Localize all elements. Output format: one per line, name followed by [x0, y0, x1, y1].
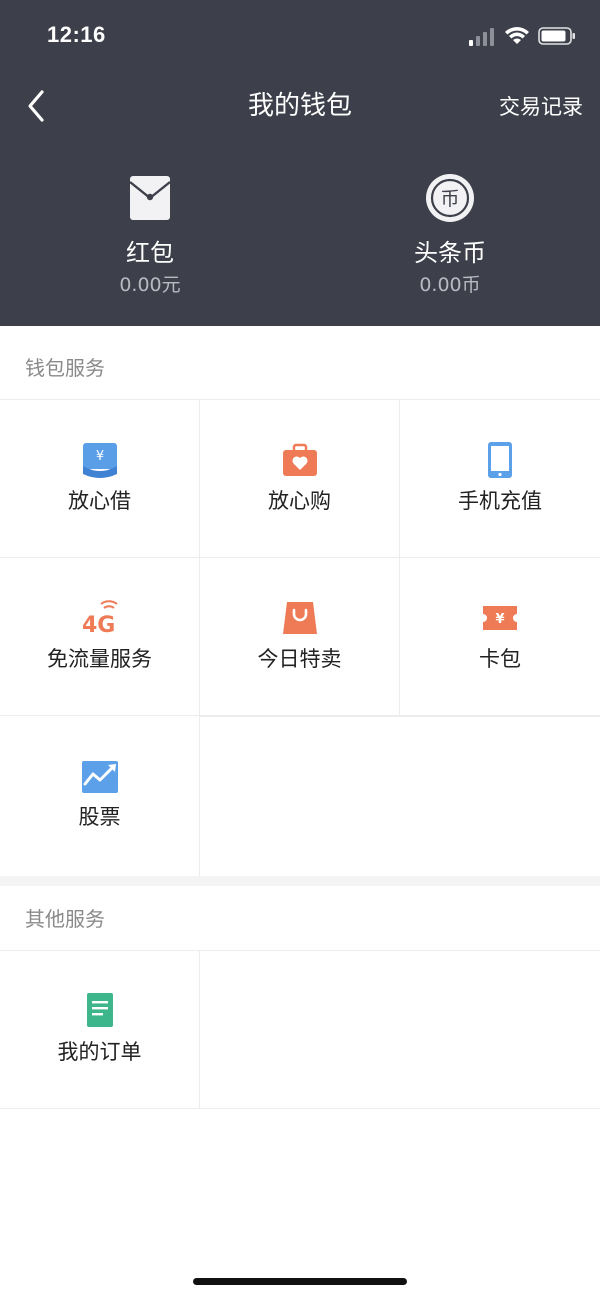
- red-envelope-amount: 0.00元: [119, 274, 181, 296]
- section-separator: [0, 876, 600, 886]
- toutiao-coin-amount: 0.00币: [419, 274, 481, 296]
- red-envelope-label: 红包: [126, 239, 174, 267]
- coin-icon: 币: [426, 174, 474, 222]
- grid-divider: [200, 716, 600, 717]
- other-services-header: 其他服务: [0, 886, 600, 951]
- svg-text:¥: ¥: [495, 612, 504, 627]
- red-envelope-balance[interactable]: 红包 0.00元: [50, 172, 250, 298]
- svg-text:¥: ¥: [96, 449, 104, 464]
- toutiao-coin-label: 头条币: [414, 239, 486, 267]
- 4g-icon: 4G: [82, 600, 118, 638]
- sale-bag-icon: [283, 602, 317, 634]
- wallet-services-header: 钱包服务: [0, 326, 600, 400]
- grid-divider: [200, 1108, 600, 1109]
- service-free-data-label: 免流量服务: [47, 647, 152, 671]
- wallet-header: 12:16 我的钱包 交易记录 红包 0.00元 币 头条币 0.00币: [0, 0, 600, 326]
- service-phone-recharge-label: 手机充值: [458, 489, 542, 513]
- transaction-records-link[interactable]: 交易记录: [499, 92, 583, 122]
- red-envelope-icon: [129, 176, 171, 220]
- phone-icon: [488, 442, 512, 478]
- service-stocks-label: 股票: [78, 805, 121, 829]
- shopping-bag-heart-icon: [283, 443, 317, 476]
- service-free-data[interactable]: 4G 免流量服务: [0, 558, 200, 716]
- wifi-icon: [505, 27, 529, 44]
- service-my-orders[interactable]: 我的订单: [0, 951, 200, 1109]
- cellular-signal-icon: [469, 28, 494, 46]
- service-stocks[interactable]: 股票: [0, 716, 200, 876]
- svg-text:4G: 4G: [82, 613, 115, 638]
- order-document-icon: [87, 993, 113, 1027]
- toutiao-coin-balance[interactable]: 币 头条币 0.00币: [350, 172, 550, 298]
- service-card-wallet[interactable]: ¥ 卡包: [400, 558, 600, 716]
- service-my-orders-label: 我的订单: [57, 1040, 142, 1064]
- other-services-title: 其他服务: [25, 907, 105, 931]
- stock-chart-icon: [82, 761, 118, 793]
- service-card-wallet-label: 卡包: [479, 647, 521, 671]
- ticket-icon: ¥: [483, 606, 517, 630]
- service-daily-sale[interactable]: 今日特卖: [200, 558, 400, 716]
- status-time: 12:16: [47, 22, 106, 47]
- home-indicator[interactable]: [193, 1278, 407, 1285]
- svg-text:币: 币: [440, 188, 459, 210]
- service-daily-sale-label: 今日特卖: [257, 647, 342, 671]
- service-loan-label: 放心借: [68, 489, 131, 513]
- battery-icon: [538, 27, 575, 45]
- service-secure-shopping-label: 放心购: [268, 489, 331, 513]
- service-secure-shopping[interactable]: 放心购: [200, 400, 400, 558]
- wallet-services-title: 钱包服务: [25, 356, 105, 380]
- loan-icon: ¥: [83, 443, 117, 478]
- service-loan[interactable]: ¥ 放心借: [0, 400, 200, 558]
- service-phone-recharge[interactable]: 手机充值: [400, 400, 600, 558]
